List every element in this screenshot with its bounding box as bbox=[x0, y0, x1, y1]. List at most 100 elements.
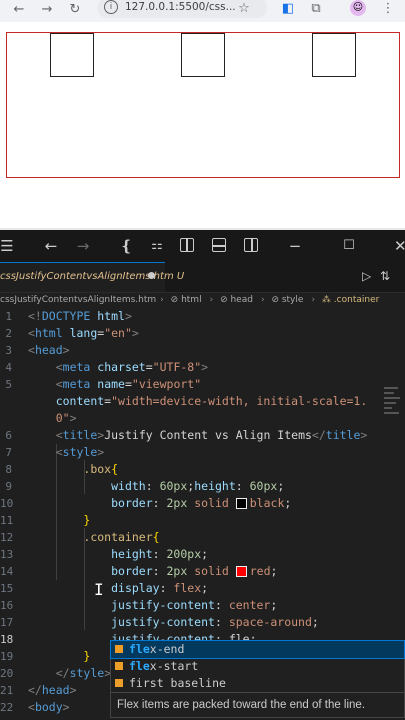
code-token: > bbox=[62, 343, 70, 357]
code-line[interactable]: 15 display: flex; bbox=[0, 580, 405, 597]
toggle-secondary-sidebar-icon[interactable] bbox=[244, 238, 258, 252]
suggest-item[interactable]: first baseline bbox=[111, 675, 404, 692]
code-line[interactable]: 6 <title>Justify Content vs Align Items<… bbox=[0, 427, 405, 444]
code-line[interactable]: 2 <html lang="en"> bbox=[0, 325, 405, 342]
code-line[interactable]: 9 width: 60px;height: 60px; bbox=[0, 478, 405, 495]
toggle-sidebar-icon[interactable] bbox=[180, 238, 194, 252]
code-line[interactable]: 4 <meta charset="UTF-8"> bbox=[0, 359, 405, 376]
code-line[interactable]: 13 height: 200px; bbox=[0, 546, 405, 563]
code-token: ; bbox=[201, 547, 209, 561]
extension-icon[interactable]: ◧ bbox=[280, 1, 296, 17]
code-line[interactable]: 7 <style> bbox=[0, 444, 405, 461]
forward-icon[interactable]: → bbox=[38, 1, 56, 19]
unsaved-dot-icon[interactable] bbox=[148, 272, 155, 279]
color-swatch[interactable] bbox=[235, 566, 247, 577]
line-number: 10 bbox=[0, 497, 14, 510]
suggest-item[interactable]: flex-end bbox=[110, 640, 405, 659]
breadcrumb-style-label: style bbox=[281, 295, 304, 305]
chevron-right-icon: › bbox=[311, 295, 316, 305]
code-line[interactable]: 1 <!DOCTYPE html> bbox=[0, 308, 405, 325]
customize-layout-icon[interactable]: ⚏ bbox=[148, 237, 166, 255]
code-line[interactable]: 12 .container{ bbox=[0, 529, 405, 546]
code-line[interactable]: 17 justify-content: space-around; bbox=[0, 614, 405, 631]
back-icon[interactable]: ← bbox=[42, 237, 60, 255]
value-icon bbox=[115, 679, 123, 687]
maximize-icon[interactable]: ☐ bbox=[342, 237, 356, 255]
menu-icon[interactable]: ☰ bbox=[0, 237, 14, 255]
profile-avatar[interactable]: ☺ bbox=[350, 0, 366, 16]
breadcrumb-style[interactable]: ⊘ style bbox=[271, 295, 307, 305]
suggest-match: fle bbox=[129, 659, 150, 673]
star-icon[interactable]: ☆ bbox=[236, 1, 252, 17]
code-line[interactable]: content="width=device-width, initial-sca… bbox=[0, 393, 405, 410]
code-token: ; bbox=[284, 496, 292, 510]
menu-dots-icon[interactable]: ⋮ bbox=[380, 1, 396, 17]
code-text: <body> bbox=[28, 699, 70, 716]
code-token: html bbox=[34, 326, 70, 340]
run-icon[interactable]: ▷ bbox=[362, 269, 371, 283]
code-text: <meta charset="UTF-8"> bbox=[28, 359, 208, 376]
code-token: style bbox=[62, 445, 98, 459]
back-icon[interactable]: ← bbox=[10, 1, 28, 19]
code-token: : bbox=[159, 581, 174, 595]
breadcrumb-head[interactable]: ⊘ head bbox=[220, 295, 257, 305]
code-token: lang bbox=[69, 326, 98, 340]
code-text: <meta name="viewport" bbox=[28, 376, 201, 393]
code-token: </ bbox=[28, 683, 42, 697]
code-line[interactable]: 3 <head> bbox=[0, 342, 405, 359]
code-token: html bbox=[97, 309, 125, 323]
code-token: 2px bbox=[166, 496, 188, 510]
line-number: 3 bbox=[5, 344, 12, 357]
flex-box bbox=[180, 33, 225, 77]
code-token: flex bbox=[173, 581, 202, 595]
forward-icon[interactable]: → bbox=[74, 237, 92, 255]
suggest-rest: x-start bbox=[149, 659, 199, 673]
code-token: < bbox=[55, 445, 63, 459]
code-token: 0" bbox=[55, 411, 70, 425]
editor-tabs: cssJustifyContentvsAlignItems.htm U ▷ ⇅ bbox=[0, 262, 405, 293]
suggest-item[interactable]: flex-start bbox=[111, 658, 404, 675]
extensions-puzzle-icon[interactable]: ⧉ bbox=[308, 1, 324, 17]
code-line[interactable]: 5 <meta name="viewport" bbox=[0, 376, 405, 393]
code-token: center bbox=[228, 598, 271, 612]
code-token: ; bbox=[270, 598, 278, 612]
tab-active-file[interactable]: cssJustifyContentvsAlignItems.htm U bbox=[0, 262, 184, 292]
code-token: meta bbox=[62, 360, 98, 374]
breadcrumb-html[interactable]: ⊘ html bbox=[171, 295, 206, 305]
minimize-icon[interactable]: − bbox=[288, 237, 302, 255]
minimap[interactable] bbox=[384, 384, 402, 444]
code-token: display bbox=[111, 581, 160, 595]
code-line[interactable]: 0"> bbox=[0, 410, 405, 427]
toggle-panel-icon[interactable] bbox=[212, 238, 226, 252]
code-token: .box bbox=[83, 462, 112, 476]
reload-icon[interactable]: ↻ bbox=[66, 1, 84, 19]
code-text: content="width=device-width, initial-sca… bbox=[28, 393, 368, 410]
code-text: <title>Justify Content vs Align Items</t… bbox=[28, 427, 368, 444]
flex-container bbox=[6, 32, 400, 178]
code-token: </ bbox=[55, 666, 70, 680]
breadcrumb-file[interactable]: cssJustifyContentvsAlignItems.htm bbox=[0, 295, 156, 305]
line-number: 6 bbox=[5, 429, 12, 442]
code-line[interactable]: 14 border: 2px solid red; bbox=[0, 563, 405, 580]
code-line[interactable]: 11 } bbox=[0, 512, 405, 529]
line-number: 7 bbox=[5, 446, 12, 459]
line-number: 4 bbox=[5, 361, 12, 374]
code-token: > bbox=[124, 309, 132, 323]
breadcrumb-container[interactable]: ⁂ .container bbox=[322, 295, 383, 305]
line-number: 16 bbox=[0, 599, 14, 612]
diff-icon[interactable]: ⇅ bbox=[380, 269, 390, 283]
close-icon[interactable]: ✕ bbox=[394, 237, 405, 255]
copilot-icon[interactable]: ❴ bbox=[120, 237, 133, 255]
color-swatch[interactable] bbox=[235, 498, 247, 509]
code-line[interactable]: 8 .box{ bbox=[0, 461, 405, 478]
site-info-icon[interactable]: i bbox=[104, 0, 118, 14]
code-token: red bbox=[249, 564, 271, 578]
code-line[interactable]: 10 border: 2px solid black; bbox=[0, 495, 405, 512]
code-line[interactable]: 16 justify-content: center; bbox=[0, 597, 405, 614]
line-number: 1 bbox=[5, 310, 12, 323]
code-text: } bbox=[28, 648, 90, 665]
